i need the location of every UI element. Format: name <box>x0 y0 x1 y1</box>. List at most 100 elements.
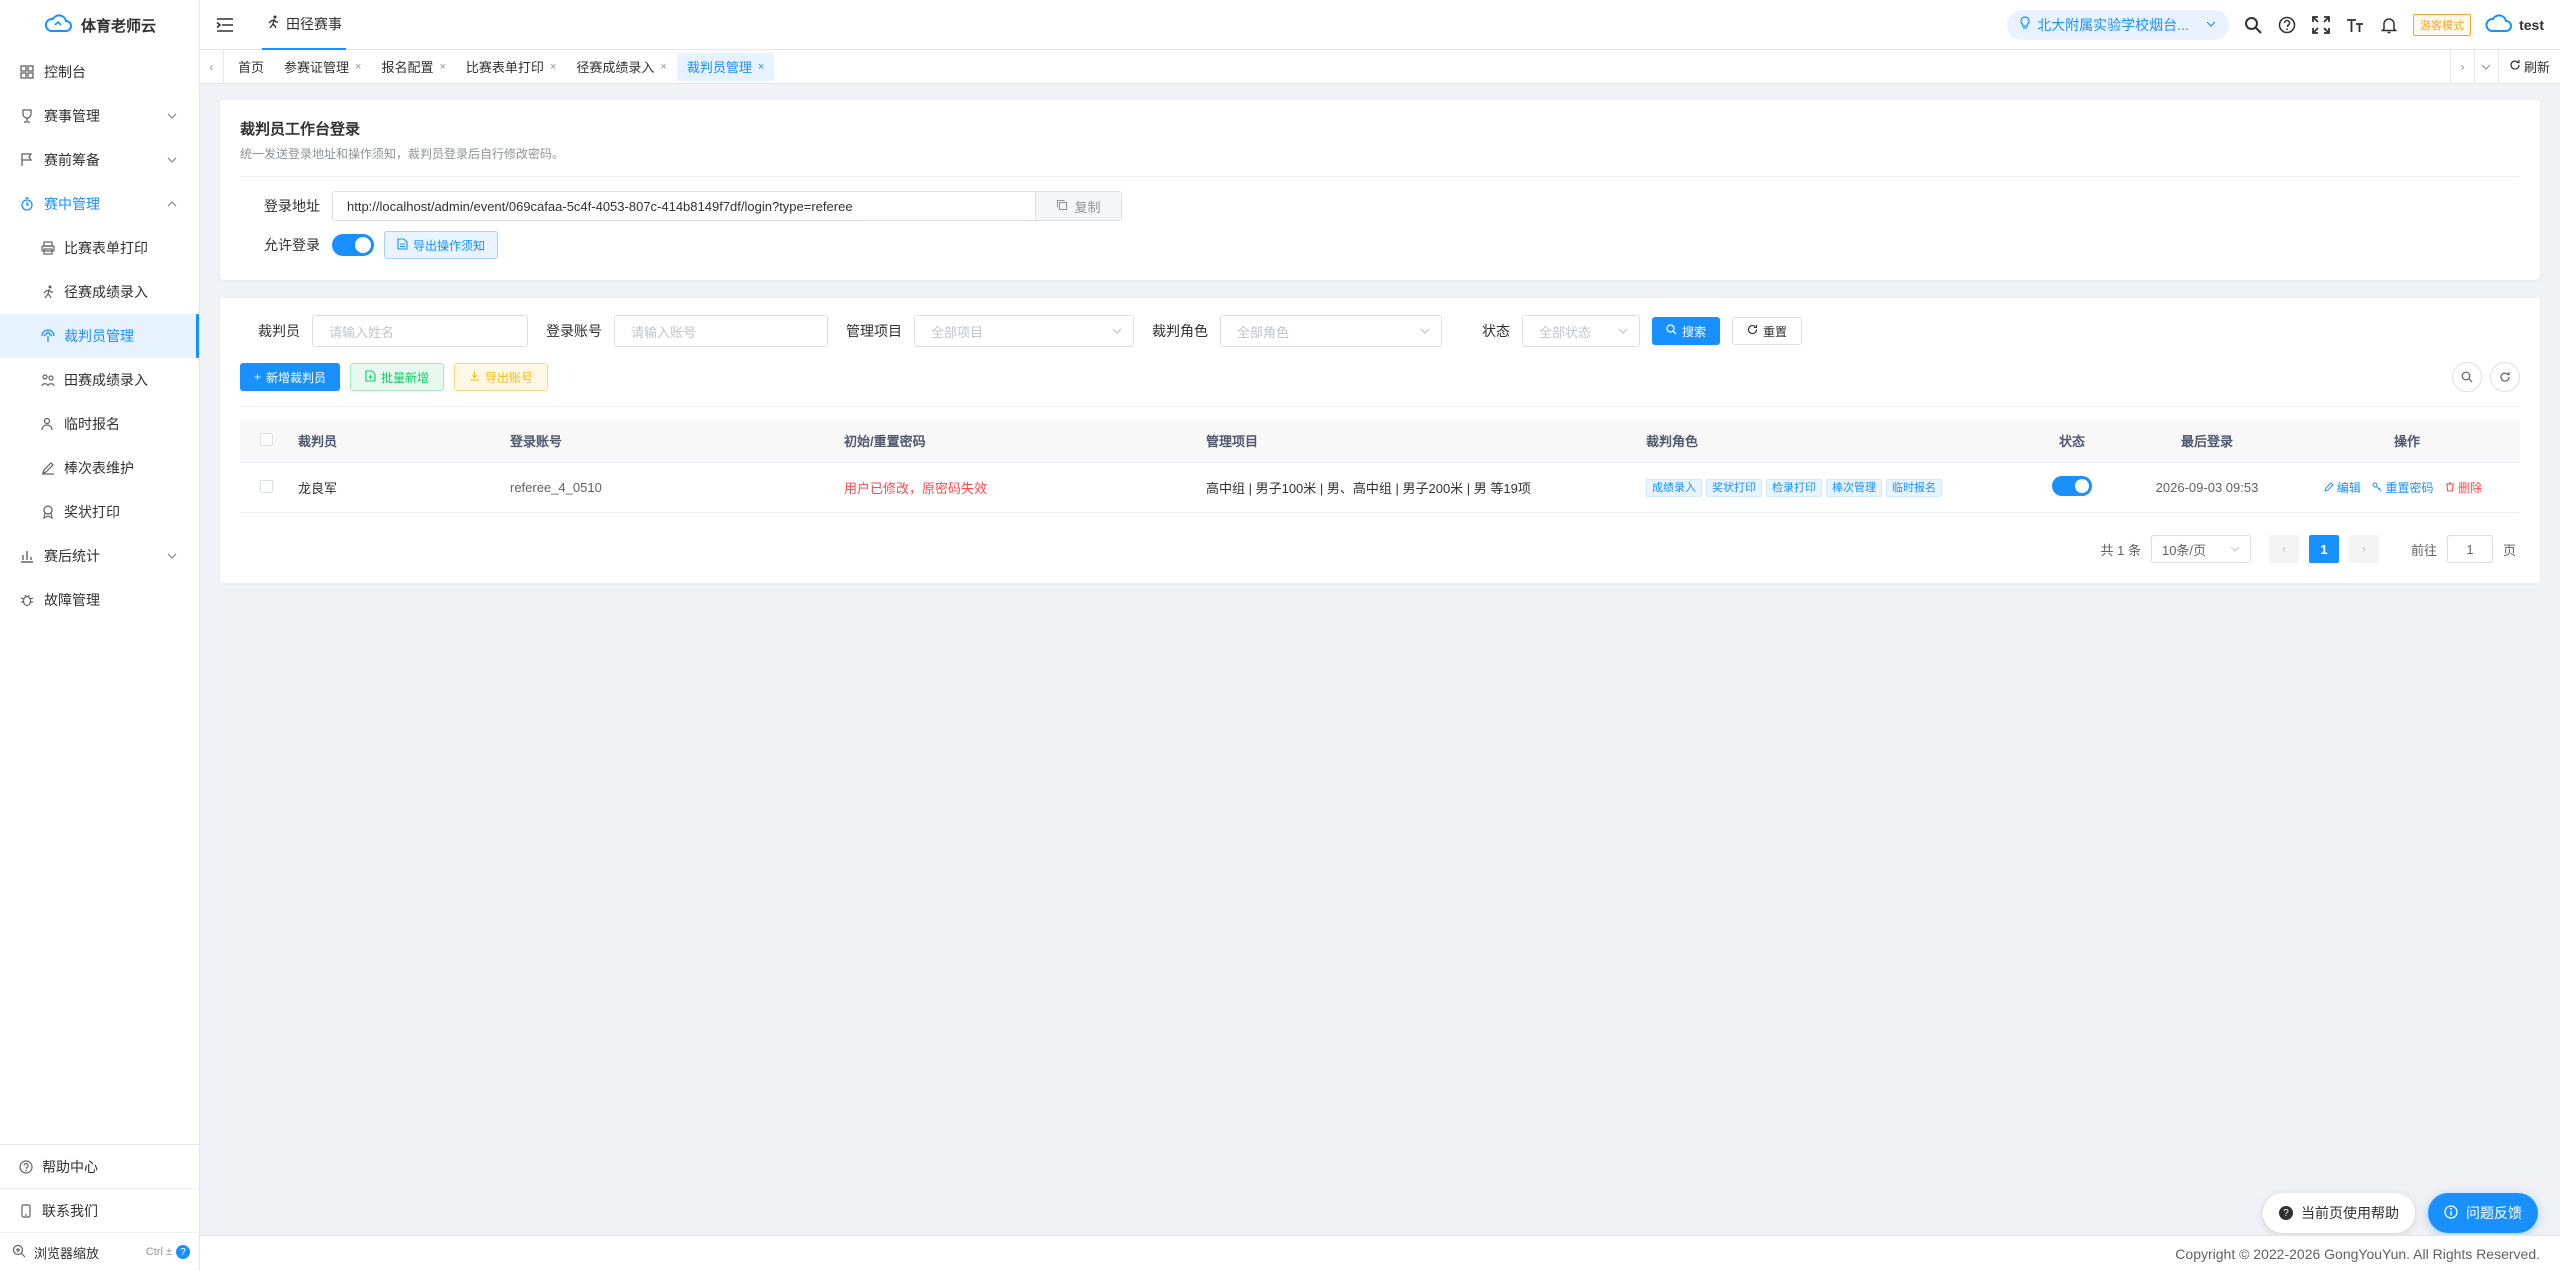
sidebar-item-relay-order[interactable]: 棒次表维护 <box>0 446 199 490</box>
tab-referee-management[interactable]: 裁判员管理 × <box>676 52 775 81</box>
close-icon[interactable]: × <box>758 61 764 73</box>
tab-home[interactable]: 首页 <box>228 53 274 81</box>
next-page-icon[interactable]: › <box>2348 535 2379 563</box>
login-url-label: 登录地址 <box>264 198 320 214</box>
status-select[interactable]: 全部状态 <box>1522 315 1640 347</box>
sidebar-item-temp-registration[interactable]: 临时报名 <box>0 402 199 446</box>
tabs-dropdown-icon[interactable] <box>2473 49 2498 84</box>
referee-name-input[interactable]: 请输入姓名 <box>312 315 528 347</box>
export-accounts-button[interactable]: 导出账号 <box>454 363 549 391</box>
run-icon <box>40 284 56 300</box>
close-icon[interactable]: × <box>355 61 361 73</box>
help-center-link[interactable]: 帮助中心 <box>0 1145 200 1189</box>
school-select[interactable]: 北大附属实验学校烟台... <box>2007 9 2230 40</box>
cell-last-login: 2026-09-03 09:53 <box>2155 480 2259 495</box>
status-switch[interactable] <box>2052 476 2092 496</box>
sidebar-item-event-management[interactable]: 赛事管理 <box>0 94 199 138</box>
header-title-tab[interactable]: 田径赛事 <box>262 0 346 50</box>
row-checkbox[interactable] <box>260 479 273 493</box>
sidebar-item-award-print[interactable]: 奖状打印 <box>0 490 199 534</box>
bug-icon <box>18 591 36 609</box>
reset-button[interactable]: 重置 <box>1732 317 1803 345</box>
font-size-icon[interactable] <box>2345 15 2365 35</box>
login-card-title: 裁判员工作台登录 <box>240 121 361 138</box>
toggle-search-icon[interactable] <box>2452 362 2482 392</box>
allow-login-switch[interactable] <box>332 234 374 256</box>
search-button[interactable]: 搜索 <box>1652 317 1721 345</box>
export-notice-button[interactable]: 导出操作须知 <box>384 231 499 259</box>
chevron-down-icon <box>1111 325 1123 340</box>
browser-zoom-label: 浏览器缩放 <box>34 1245 100 1261</box>
tabs-scroll-right-icon[interactable]: › <box>2449 49 2474 84</box>
chevron-down-icon <box>1419 325 1431 340</box>
print-icon <box>40 240 56 256</box>
sidebar-item-fault-management[interactable]: 故障管理 <box>0 578 199 622</box>
close-icon[interactable]: × <box>660 61 666 73</box>
login-url-field[interactable]: http://localhost/admin/event/069cafaa-5c… <box>332 191 1122 221</box>
prev-page-icon[interactable]: ‹ <box>2268 535 2299 563</box>
cell-password: 用户已修改，原密码失效 <box>844 481 988 496</box>
copyright: Copyright © 2022-2026 GongYouYun. All Ri… <box>2175 1245 2540 1262</box>
zoom-help-icon[interactable]: ? <box>176 1245 190 1259</box>
sidebar-item-in-event[interactable]: 赛中管理 <box>0 182 199 226</box>
edit-button[interactable]: 编辑 <box>2324 479 2361 496</box>
menu-toggle-icon[interactable] <box>200 0 250 50</box>
tab-form-print[interactable]: 比赛表单打印 × <box>456 53 566 81</box>
question-circle-icon <box>18 1159 34 1175</box>
user-menu[interactable]: test <box>2485 12 2544 37</box>
zoom-icon <box>12 1244 28 1260</box>
dashboard-icon <box>18 63 36 81</box>
copy-button[interactable]: 复制 <box>1035 192 1121 220</box>
submenu-in-event: 比赛表单打印 径赛成绩录入 裁判员管理 田赛成绩录入 临时报名 棒次表维护 奖状… <box>0 226 199 534</box>
page-number[interactable]: 1 <box>2308 535 2339 563</box>
sidebar-item-track-score[interactable]: 径赛成绩录入 <box>0 270 199 314</box>
project-select[interactable]: 全部项目 <box>914 315 1134 347</box>
search-icon[interactable] <box>2243 15 2263 35</box>
sidebar-item-field-score[interactable]: 田赛成绩录入 <box>0 358 199 402</box>
tab-registration-config[interactable]: 报名配置 × <box>371 53 455 81</box>
goto-page-input[interactable]: 1 <box>2446 535 2493 563</box>
avatar <box>2485 12 2513 37</box>
refresh-button[interactable]: 刷新 <box>2497 49 2560 84</box>
sidebar-item-dashboard[interactable]: 控制台 <box>0 50 199 94</box>
tabs-scroll-left-icon[interactable]: ‹ <box>200 49 224 84</box>
page-size-select[interactable]: 10条/页 <box>2150 535 2251 563</box>
bell-icon[interactable] <box>2379 15 2399 35</box>
logo[interactable]: 体育老师云 <box>0 0 199 50</box>
fullscreen-icon[interactable] <box>2311 15 2331 35</box>
tab-badge-management[interactable]: 参赛证管理 × <box>274 53 371 81</box>
table-refresh-icon[interactable] <box>2490 362 2520 392</box>
flag-icon <box>18 151 36 169</box>
role-select[interactable]: 全部角色 <box>1220 315 1442 347</box>
page-help-button[interactable]: ? 当前页使用帮助 <box>2263 1193 2415 1233</box>
referee-login-card: 裁判员工作台登录 统一发送登录地址和操作须知，裁判员登录后自行修改密码。 登录地… <box>220 100 2540 280</box>
close-icon[interactable]: × <box>439 61 445 73</box>
referee-table: 裁判员 登录账号 初始/重置密码 管理项目 裁判角色 状态 最后登录 操作 龙良… <box>240 406 2520 513</box>
batch-add-button[interactable]: 批量新增 <box>350 363 445 391</box>
delete-button[interactable]: 删除 <box>2445 479 2482 496</box>
tab-track-score[interactable]: 径赛成绩录入 × <box>566 53 676 81</box>
account-input[interactable]: 请输入账号 <box>614 315 828 347</box>
header-ops: 操作 <box>2393 434 2420 449</box>
feedback-button[interactable]: 问题反馈 <box>2428 1193 2538 1233</box>
cell-ops: 编辑 重置密码 删除 <box>2294 479 2520 496</box>
goto-unit: 页 <box>2502 542 2516 558</box>
sidebar-item-post-event-stats[interactable]: 赛后统计 <box>0 534 199 578</box>
sidebar-item-referee-management[interactable]: 裁判员管理 <box>0 314 199 358</box>
filter-row: 裁判员 请输入姓名 登录账号 请输入账号 管理项目 全部项目 裁判角色 全部角色… <box>240 314 2520 348</box>
close-icon[interactable]: × <box>550 61 556 73</box>
table-row[interactable]: 龙良军 referee_4_0510 用户已修改，原密码失效 高中组 | 男子1… <box>240 463 2520 513</box>
login-card-desc: 统一发送登录地址和操作须知，裁判员登录后自行修改密码。 <box>240 147 565 161</box>
header-roles: 裁判角色 <box>1646 434 1699 449</box>
contact-us-link[interactable]: 联系我们 <box>0 1189 200 1233</box>
chart-icon <box>18 547 36 565</box>
zoom-hint: Ctrl ±? <box>146 1245 190 1259</box>
sidebar-item-pre-event[interactable]: 赛前筹备 <box>0 138 199 182</box>
help-icon[interactable] <box>2277 15 2297 35</box>
browser-zoom-row[interactable]: 浏览器缩放 Ctrl ±? <box>0 1233 200 1271</box>
add-referee-button[interactable]: + 新增裁判员 <box>240 363 341 391</box>
select-all-checkbox[interactable] <box>260 432 273 446</box>
sidebar-item-form-print[interactable]: 比赛表单打印 <box>0 226 199 270</box>
login-url-value[interactable]: http://localhost/admin/event/069cafaa-5c… <box>333 199 1035 214</box>
reset-password-button[interactable]: 重置密码 <box>2372 479 2434 496</box>
